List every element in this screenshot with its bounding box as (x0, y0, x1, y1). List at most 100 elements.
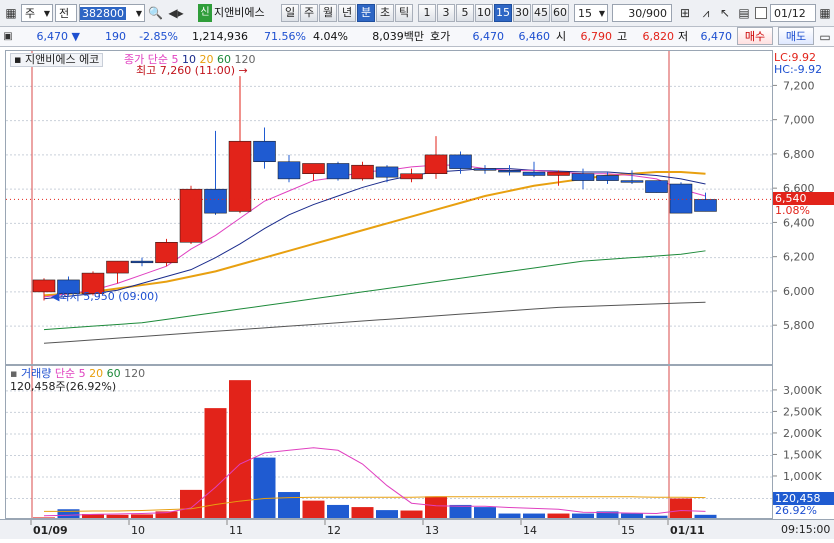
interval-button-10[interactable]: 10 (475, 4, 493, 22)
ma10-line (43, 168, 706, 300)
arrow-right-icon: → (238, 64, 248, 77)
candle (400, 173, 423, 180)
volume-chart[interactable] (6, 366, 773, 519)
period-button-2[interactable]: 월 (319, 4, 337, 22)
vma5-label: 5 (78, 367, 86, 380)
down-arrow-icon: ▼ (71, 30, 80, 43)
volume-bar (253, 457, 276, 518)
candle (620, 180, 644, 183)
date-tick-label: 01/09 (33, 524, 68, 537)
candle (596, 175, 619, 181)
low-annotation-text: 최저 5,950 (09:00) (59, 290, 159, 303)
candle (522, 171, 546, 176)
volume-bar (302, 500, 325, 518)
candle (326, 163, 350, 180)
chart-line-icon[interactable]: ⩘ (697, 4, 715, 22)
candle (669, 183, 693, 214)
volume-value: 1,214,936 (192, 30, 248, 43)
buy-button[interactable]: 매수 (737, 27, 773, 45)
menu-icon[interactable]: ▦ (3, 4, 19, 22)
vma60-label: 60 (106, 367, 121, 380)
volume-bar (670, 498, 692, 518)
volume-ratio: 71.56% (264, 30, 306, 43)
volume-bar (376, 510, 398, 518)
candle (645, 180, 668, 193)
candle (106, 260, 129, 274)
volume-bar (327, 504, 349, 518)
candle (375, 166, 399, 178)
candle (228, 140, 252, 212)
period-button-0[interactable]: 일 (281, 4, 299, 22)
stock-code-value: 382800 (80, 7, 126, 20)
volume-tick-label: 1,500K (783, 448, 822, 461)
volume-legend-series: 단순 (54, 367, 76, 380)
count-input[interactable]: 30/900 (612, 4, 672, 22)
search-icon[interactable]: 🔍 (148, 4, 163, 22)
interval-button-3[interactable]: 3 (437, 4, 455, 22)
stock-code-input[interactable]: 382800 ▼ (79, 4, 145, 22)
price-tick-label: 7,000 (783, 114, 815, 127)
price-chart-pane[interactable]: ▪ 지앤비에스 에코 종가 단순 5 10 20 60 120 최고 7,260… (5, 50, 773, 365)
table-icon[interactable]: ▤ (736, 4, 752, 22)
chevron-down-icon: ▼ (43, 9, 50, 18)
interval-button-45[interactable]: 45 (532, 4, 550, 22)
price-tick-label: 6,200 (783, 251, 815, 264)
chart-toolbar: ▦ 주 ▼ 전 382800 ▼ 🔍 ◀▸ 신 지앤비에스 일주월년분초틱 1351… (0, 0, 834, 27)
volume-tick-label: 2,500K (783, 405, 822, 418)
chevron-down-icon: ▼ (135, 9, 142, 18)
price-legend[interactable]: ▪ 지앤비에스 에코 (10, 53, 104, 67)
volume-tick-label: 1,000K (783, 470, 822, 483)
candle (302, 163, 325, 174)
period-button-6[interactable]: 틱 (395, 4, 413, 22)
speaker-icon[interactable]: ◀▸ (166, 4, 186, 22)
interval-select[interactable]: 15 ▼ (574, 4, 608, 22)
price-tick-label: 6,800 (783, 148, 815, 161)
calendar-icon[interactable]: ▦ (818, 4, 832, 22)
pointer-icon[interactable]: ↖ (717, 4, 733, 22)
hc-label: HC:-9.92 (774, 63, 823, 76)
price-tick-label: 6,000 (783, 285, 815, 298)
crosshair-icon[interactable]: ⊞ (676, 4, 694, 22)
date-checkbox[interactable] (755, 7, 767, 19)
volume-tick-label: 2,000K (783, 427, 822, 440)
sell-button[interactable]: 매도 (778, 27, 814, 45)
candle (155, 242, 178, 264)
volume-tick-label: 3,000K (783, 384, 822, 397)
prev-select[interactable]: 전 (55, 4, 77, 22)
volume-bar (278, 492, 300, 518)
high-label: 고 (617, 30, 628, 43)
current-price-pct: 1.08% (775, 204, 810, 218)
volume-bar (57, 509, 80, 518)
candle (424, 154, 448, 174)
volume-chart-pane[interactable]: ▪ 거래량 단순 5 20 60 120 120,458주(26.92%) (5, 365, 773, 519)
price-chart[interactable] (6, 51, 773, 365)
interval-button-60[interactable]: 60 (551, 4, 569, 22)
period-button-3[interactable]: 년 (338, 4, 356, 22)
date-input[interactable]: 01/12 (770, 4, 816, 22)
period-button-4[interactable]: 분 (357, 4, 375, 22)
candle (277, 161, 301, 180)
market-select[interactable]: 주 ▼ (21, 4, 53, 22)
open-price: 6,790 (580, 30, 613, 43)
volume-bar (449, 504, 472, 518)
interval-button-15[interactable]: 15 (494, 4, 512, 22)
interval-button-30[interactable]: 30 (513, 4, 531, 22)
collapse-icon[interactable]: ▣ (2, 28, 14, 46)
new-badge: 신 (198, 4, 212, 22)
turnover-rate: 4.04% (313, 30, 348, 43)
candle (130, 260, 154, 264)
period-button-1[interactable]: 주 (300, 4, 318, 22)
interval-button-5[interactable]: 5 (456, 4, 474, 22)
price-tick-label: 6,400 (783, 216, 815, 229)
date-tick-label: 10 (131, 524, 145, 537)
settings-icon[interactable]: ▭ (818, 28, 832, 46)
stock-name[interactable]: 지앤비에스 (214, 4, 280, 22)
vma20-label: 20 (89, 367, 104, 380)
period-button-5[interactable]: 초 (376, 4, 394, 22)
interval-button-1[interactable]: 1 (418, 4, 436, 22)
volume-legend[interactable]: ▪ 거래량 단순 5 20 60 120 (10, 368, 145, 380)
interval-group: 1 3 5 10 15 30 45 60 (418, 4, 573, 22)
candle (179, 188, 203, 243)
market-select-value: 주 (25, 7, 36, 20)
price-value: 6,470 (36, 30, 69, 43)
